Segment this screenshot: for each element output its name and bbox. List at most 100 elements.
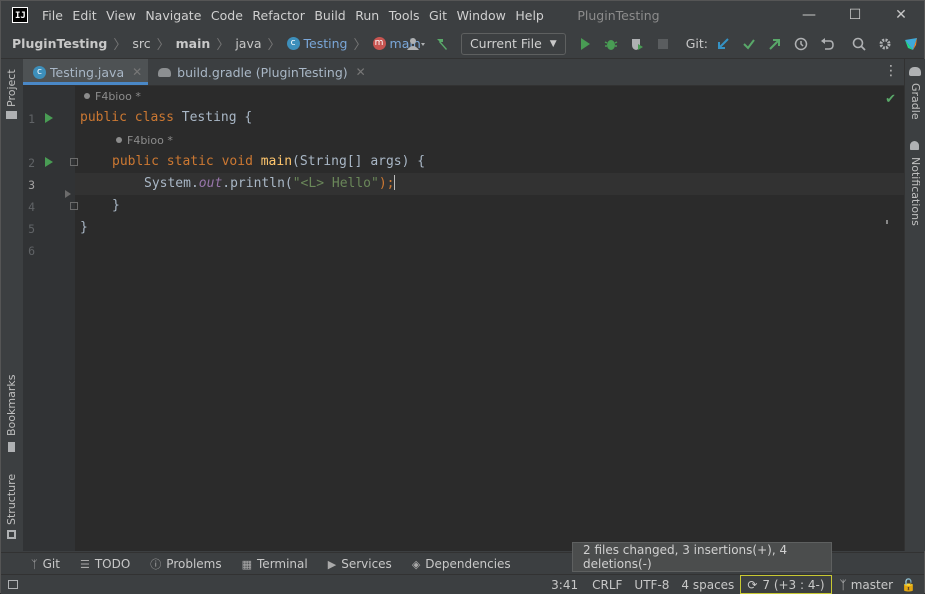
search-icon[interactable]	[848, 33, 870, 55]
menu-git[interactable]: Git	[429, 8, 447, 23]
caret-position[interactable]: 3:41	[551, 578, 578, 592]
coverage-icon[interactable]	[626, 33, 648, 55]
todo-tool-button[interactable]: ☰ TODO	[80, 557, 130, 571]
menu-run[interactable]: Run	[355, 8, 379, 23]
menu-build[interactable]: Build	[314, 8, 345, 23]
status-bar: 3:41 CRLF UTF-8 4 spaces ⟳ 7 (+3 : 4-) ᛉ…	[1, 574, 924, 594]
notifications-tool-button[interactable]: Notifications	[907, 139, 923, 226]
code-author-hint[interactable]: F4bioo *	[127, 134, 173, 147]
change-marker-icon[interactable]	[65, 190, 71, 198]
git-tool-button[interactable]: ᛉ Git	[31, 557, 60, 571]
code-editor[interactable]: 1 2 3 4 5 6 F4bioo * F4bioo * public cla…	[23, 86, 904, 551]
unlock-icon[interactable]: 🔓	[901, 578, 916, 592]
bookmarks-tool-button[interactable]: Bookmarks	[4, 375, 20, 454]
breadcrumb-class[interactable]: Testing	[304, 36, 348, 51]
file-encoding[interactable]: UTF-8	[634, 578, 669, 592]
tab-build-gradle[interactable]: build.gradle (PluginTesting) ✕	[148, 59, 372, 85]
chevron-right-icon: 〉	[267, 38, 281, 53]
line-number: 1	[28, 112, 35, 126]
run-configuration-select[interactable]: Current File ▼	[460, 32, 566, 55]
stop-icon[interactable]	[652, 33, 674, 55]
rollback-icon[interactable]	[816, 33, 838, 55]
sync-icon: ⟳	[747, 577, 758, 592]
close-window-button[interactable]: ✕	[878, 1, 924, 29]
menu-help[interactable]: Help	[515, 8, 544, 23]
git-branch[interactable]: master	[851, 578, 893, 592]
line-number: 3	[28, 178, 35, 192]
bottom-tool-label: Git	[42, 557, 60, 571]
breadcrumb: PluginTesting 〉 src 〉 main 〉 java 〉 c Te…	[12, 34, 421, 53]
menu-window[interactable]: Window	[457, 8, 506, 23]
fold-marker-icon[interactable]	[70, 202, 78, 210]
menu-tools[interactable]: Tools	[389, 8, 420, 23]
user-icon	[84, 93, 90, 99]
gear-icon[interactable]	[874, 33, 896, 55]
bottom-tool-label: Services	[341, 557, 392, 571]
maximize-button[interactable]: ☐	[832, 1, 878, 29]
problems-tool-button[interactable]: ⓘ Problems	[150, 556, 221, 572]
menu-view[interactable]: View	[106, 8, 136, 23]
indent-setting[interactable]: 4 spaces	[681, 578, 734, 592]
menu-navigate[interactable]: Navigate	[145, 8, 201, 23]
tab-testing-java[interactable]: c Testing.java ✕	[23, 59, 149, 85]
gradle-tool-label: Gradle	[909, 83, 922, 120]
git-changes-tooltip: 2 files changed, 3 insertions(+), 4 dele…	[572, 542, 832, 572]
project-tool-button[interactable]: Project	[4, 67, 20, 119]
bookmarks-tool-label: Bookmarks	[5, 374, 18, 436]
git-push-icon[interactable]	[764, 33, 786, 55]
structure-tool-label: Structure	[5, 473, 18, 525]
user-icon[interactable]	[405, 33, 427, 55]
menu-refactor[interactable]: Refactor	[252, 8, 304, 23]
fold-marker-icon[interactable]	[70, 158, 78, 166]
navigation-bar: PluginTesting 〉 src 〉 main 〉 java 〉 c Te…	[1, 29, 924, 59]
build-hammer-icon[interactable]	[431, 33, 453, 55]
tool-windows-toggle-icon[interactable]	[8, 580, 18, 589]
menu-code[interactable]: Code	[211, 8, 243, 23]
menu-file[interactable]: File	[42, 8, 63, 23]
branch-icon: ᛉ	[839, 577, 847, 592]
parameters: (String[] args) {	[292, 154, 426, 169]
run-icon[interactable]	[574, 33, 596, 55]
layers-icon: ◈	[411, 557, 421, 571]
intellij-logo-icon[interactable]: IJ	[12, 7, 28, 23]
class-name: Testing	[181, 110, 237, 125]
code-line-1: public class Testing {	[80, 107, 252, 129]
string-literal: "<L> Hello"	[292, 176, 379, 191]
code-author-hint[interactable]: F4bioo *	[95, 90, 141, 103]
tooltip-text: 2 files changed, 3 insertions(+), 4 dele…	[583, 543, 788, 571]
breadcrumb-src[interactable]: src	[132, 36, 150, 51]
run-gutter-icon[interactable]	[45, 113, 53, 123]
debug-icon[interactable]	[600, 33, 622, 55]
line-separator[interactable]: CRLF	[592, 578, 622, 592]
terminal-tool-button[interactable]: ▦ Terminal	[242, 557, 308, 571]
close-icon[interactable]: ✕	[132, 65, 142, 79]
inspection-ok-icon[interactable]: ✔	[885, 92, 896, 107]
static-field: out	[198, 176, 223, 191]
breadcrumb-java[interactable]: java	[235, 36, 261, 51]
breadcrumb-project[interactable]: PluginTesting	[12, 36, 107, 51]
code-line-4: }	[112, 198, 120, 213]
history-icon[interactable]	[790, 33, 812, 55]
minimize-button[interactable]: —	[786, 1, 832, 29]
jetbrains-toolbox-icon[interactable]	[900, 33, 922, 55]
git-changes-widget[interactable]: ⟳ 7 (+3 : 4-)	[740, 575, 832, 594]
run-gutter-icon[interactable]	[45, 157, 53, 167]
menu-edit[interactable]: Edit	[72, 8, 96, 23]
scroll-marker	[886, 220, 888, 224]
structure-icon	[7, 530, 16, 539]
user-icon	[116, 137, 122, 143]
more-vertical-icon[interactable]: ⋮	[884, 63, 898, 79]
right-tool-stripe: Gradle Notifications	[904, 59, 925, 551]
structure-tool-button[interactable]: Structure	[4, 473, 20, 541]
git-commit-icon[interactable]	[738, 33, 760, 55]
window-controls: — ☐ ✕	[786, 1, 924, 29]
dependencies-tool-button[interactable]: ◈ Dependencies	[412, 557, 511, 571]
keyword: public	[80, 110, 127, 125]
services-tool-button[interactable]: ▶ Services	[328, 557, 392, 571]
breadcrumb-main[interactable]: main	[176, 36, 211, 51]
gradle-tool-button[interactable]: Gradle	[907, 67, 923, 123]
close-icon[interactable]: ✕	[356, 65, 366, 79]
statement-end: );	[378, 176, 395, 191]
git-update-icon[interactable]	[712, 33, 734, 55]
brace: {	[244, 110, 253, 125]
